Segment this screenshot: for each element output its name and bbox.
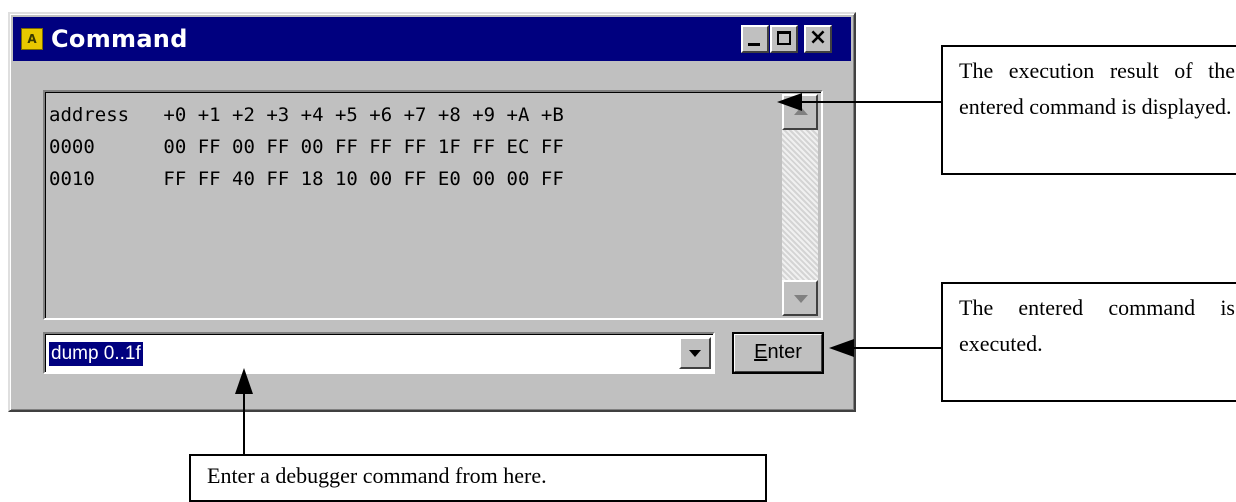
enter-arrow-head <box>235 368 253 394</box>
execute-arrow-head <box>829 339 854 357</box>
callout-result: The execution result of the entered comm… <box>941 45 1236 175</box>
callout-enter: Enter a debugger command from here. <box>189 454 767 502</box>
result-arrow-head <box>777 93 802 111</box>
callout-execute: The entered command is executed. <box>941 282 1236 402</box>
